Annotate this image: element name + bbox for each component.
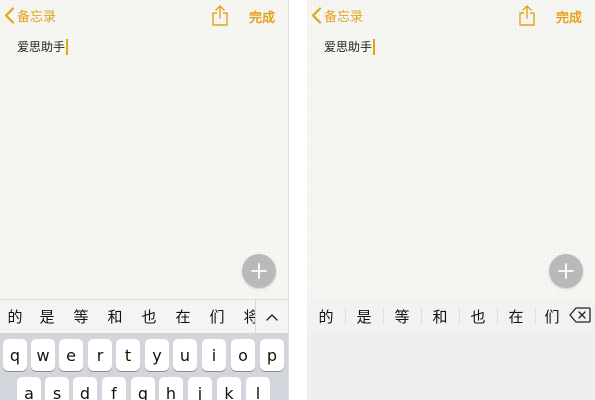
expand-candidates-button[interactable] — [255, 300, 288, 333]
key-r[interactable]: r — [88, 339, 112, 371]
done-button[interactable]: 完成 — [249, 7, 275, 26]
candidate-word[interactable]: 的 — [0, 306, 30, 327]
screen-divider — [288, 0, 307, 400]
candidate-word[interactable]: 也 — [459, 306, 497, 327]
candidate-separator — [421, 307, 422, 325]
share-button[interactable] — [211, 4, 229, 26]
candidate-separator — [535, 307, 536, 325]
candidate-word[interactable]: 也 — [132, 306, 166, 327]
key-f[interactable]: f — [102, 377, 126, 400]
candidate-separator — [497, 307, 498, 325]
note-text: 爱思助手 — [324, 40, 373, 54]
key-u[interactable]: u — [173, 339, 197, 371]
left-phone-screen: 备忘录 完成 爱思助手 的 是 等 和 也 在 们 将 q w e r t y … — [0, 0, 288, 400]
key-t[interactable]: t — [116, 339, 140, 371]
note-body[interactable]: 爱思助手 — [17, 38, 68, 55]
candidate-word[interactable]: 和 — [421, 306, 459, 327]
candidate-separator — [345, 307, 346, 325]
key-q[interactable]: q — [3, 339, 27, 371]
candidate-word[interactable]: 们 — [200, 306, 234, 327]
key-i[interactable]: i — [202, 339, 226, 371]
keyboard: q w e r t y u i o p a s d f g h j k l — [0, 333, 288, 400]
plus-icon — [558, 263, 574, 279]
key-d[interactable]: d — [73, 377, 97, 400]
note-text: 爱思助手 — [17, 40, 66, 54]
add-attachment-button[interactable] — [549, 254, 583, 288]
candidate-bar: 的 是 等 和 也 在 们 — [307, 299, 595, 333]
keyboard-area — [307, 333, 595, 400]
back-label: 备忘录 — [324, 9, 364, 25]
candidate-word[interactable]: 等 — [383, 306, 421, 327]
candidate-word[interactable]: 等 — [64, 306, 98, 327]
text-caret — [66, 38, 68, 55]
navigation-bar: 备忘录 完成 — [0, 0, 288, 32]
candidate-word[interactable]: 们 — [535, 306, 569, 327]
key-l[interactable]: l — [246, 377, 270, 400]
note-body[interactable]: 爱思助手 — [324, 38, 375, 55]
candidate-separator — [459, 307, 460, 325]
candidate-word[interactable]: 在 — [497, 306, 535, 327]
key-k[interactable]: k — [217, 377, 241, 400]
candidate-separator — [383, 307, 384, 325]
chevron-left-icon — [4, 6, 15, 24]
chevron-up-icon — [266, 313, 278, 321]
candidate-word[interactable]: 的 — [307, 306, 345, 327]
add-attachment-button[interactable] — [242, 254, 276, 288]
share-icon — [519, 5, 535, 26]
chevron-left-icon — [311, 6, 322, 24]
candidate-word[interactable]: 是 — [345, 306, 383, 327]
key-p[interactable]: p — [260, 339, 284, 371]
key-y[interactable]: y — [145, 339, 169, 371]
back-label: 备忘录 — [17, 9, 57, 25]
key-o[interactable]: o — [231, 339, 255, 371]
candidate-word[interactable]: 在 — [166, 306, 200, 327]
delete-backspace-icon — [569, 307, 591, 323]
key-w[interactable]: w — [31, 339, 55, 371]
delete-button[interactable] — [569, 306, 591, 324]
key-s[interactable]: s — [45, 377, 69, 400]
back-button[interactable]: 备忘录 — [4, 4, 56, 26]
done-button[interactable]: 完成 — [556, 7, 582, 26]
key-h[interactable]: h — [159, 377, 183, 400]
navigation-bar: 备忘录 完成 — [307, 0, 595, 32]
candidate-word[interactable]: 是 — [30, 306, 64, 327]
text-caret — [373, 38, 375, 55]
key-e[interactable]: e — [59, 339, 83, 371]
candidate-bar: 的 是 等 和 也 在 们 将 — [0, 299, 288, 333]
key-j[interactable]: j — [188, 377, 212, 400]
right-phone-screen: 备忘录 完成 爱思助手 的 是 等 和 也 在 们 — [307, 0, 595, 400]
divider-line — [288, 0, 289, 400]
share-icon — [212, 5, 228, 26]
key-a[interactable]: a — [17, 377, 41, 400]
plus-icon — [251, 263, 267, 279]
back-button[interactable]: 备忘录 — [311, 4, 363, 26]
candidate-word[interactable]: 和 — [98, 306, 132, 327]
share-button[interactable] — [518, 4, 536, 26]
key-g[interactable]: g — [131, 377, 155, 400]
